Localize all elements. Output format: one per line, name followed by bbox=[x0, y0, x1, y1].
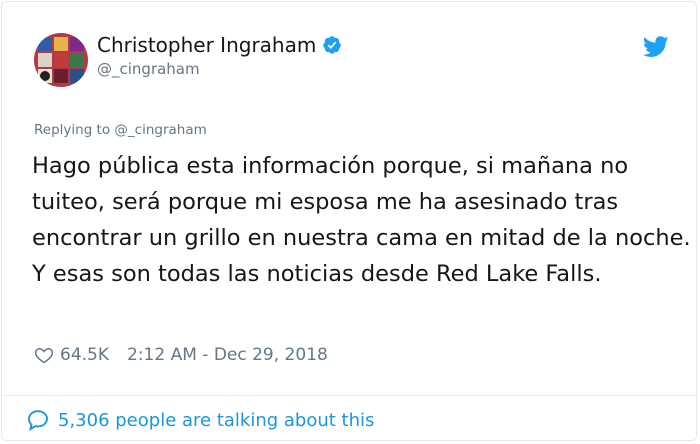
verified-badge-icon bbox=[323, 36, 342, 54]
replying-to[interactable]: Replying to @_cingraham bbox=[34, 122, 207, 138]
avatar[interactable] bbox=[34, 33, 88, 87]
display-name-row[interactable]: Christopher Ingraham bbox=[97, 33, 342, 57]
talking-label[interactable]: 5,306 people are talking about this bbox=[58, 410, 374, 431]
heart-icon[interactable] bbox=[34, 345, 54, 365]
twitter-bird-icon[interactable] bbox=[643, 36, 669, 58]
tweet-text: Hago pública esta información porque, si… bbox=[32, 153, 691, 287]
tweet-meta: 64.5K 2:12 AM - Dec 29, 2018 bbox=[34, 345, 328, 365]
conversation-link[interactable]: 5,306 people are talking about this bbox=[26, 408, 374, 432]
speech-bubble-icon bbox=[28, 410, 48, 431]
avatar-image bbox=[34, 33, 88, 87]
tweet-card: Christopher Ingraham @_cingraham Replyin… bbox=[1, 1, 697, 441]
display-name[interactable]: Christopher Ingraham bbox=[97, 33, 316, 57]
like-count[interactable]: 64.5K bbox=[60, 345, 109, 365]
user-handle[interactable]: @_cingraham bbox=[97, 60, 200, 78]
divider bbox=[3, 395, 695, 396]
timestamp[interactable]: 2:12 AM - Dec 29, 2018 bbox=[127, 345, 328, 365]
